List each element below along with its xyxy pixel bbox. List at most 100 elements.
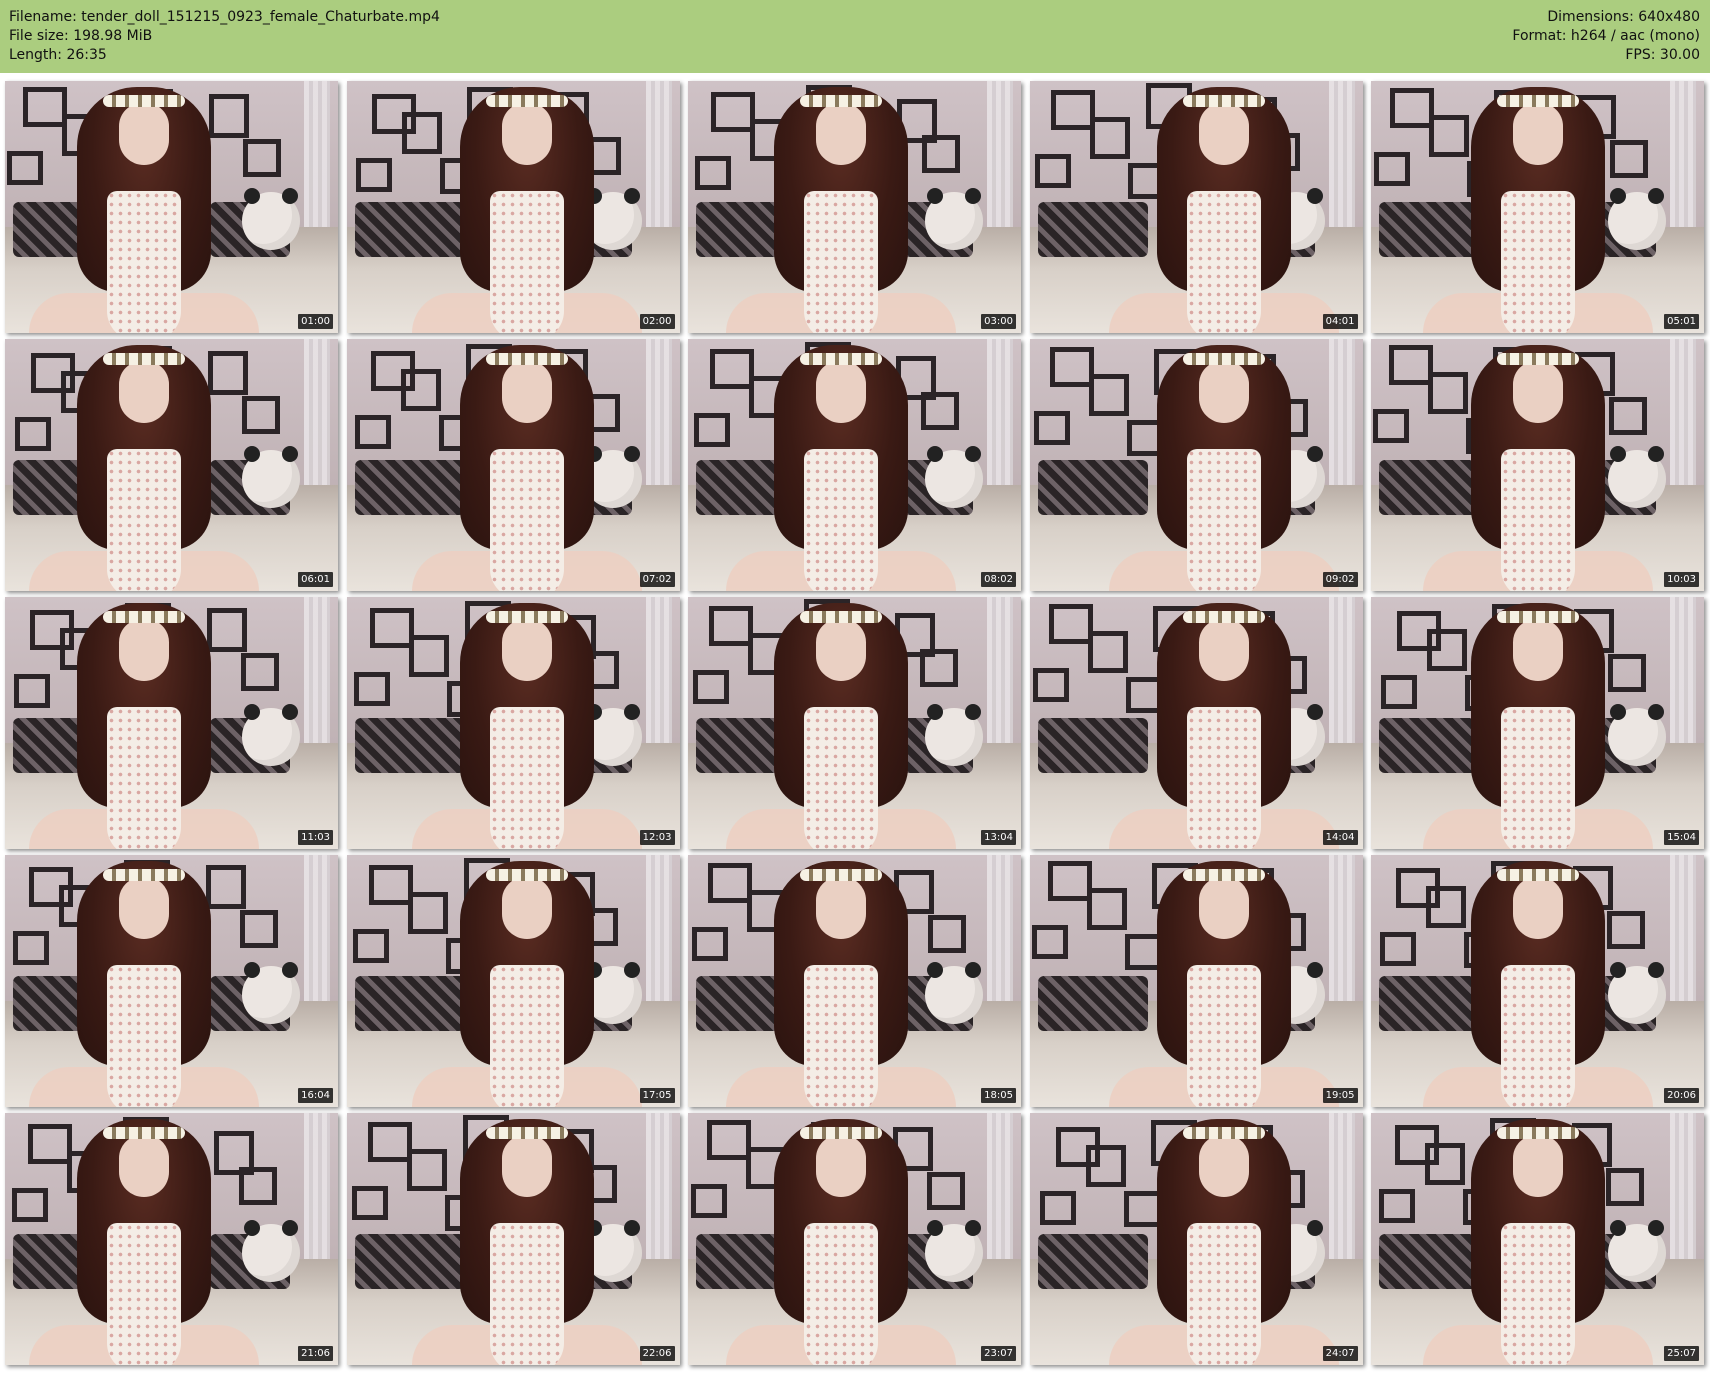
wall-pattern-square	[1089, 117, 1130, 159]
person-figure	[725, 339, 956, 591]
figure-crown	[1183, 611, 1265, 623]
pillow	[1037, 459, 1148, 516]
wall-pattern-square	[1047, 861, 1092, 901]
wall-pattern-square	[1426, 886, 1466, 928]
figure-crown	[102, 95, 185, 107]
figure-face	[1512, 1135, 1563, 1197]
figure-face	[502, 877, 552, 939]
file-size-text: File size: 198.98 MiB	[9, 28, 153, 44]
person-figure	[28, 1113, 259, 1365]
timestamp-label: 14:04	[1322, 830, 1358, 845]
video-thumbnail: 18:05	[688, 855, 1021, 1107]
wall-pattern-square	[1427, 629, 1467, 671]
video-thumbnail: 04:01	[1029, 81, 1363, 333]
timestamp-label: 01:00	[298, 314, 333, 329]
curtain	[987, 339, 1013, 491]
figure-dress	[490, 707, 564, 849]
wall-pattern-square	[240, 910, 278, 948]
pillow	[354, 975, 465, 1032]
wall-pattern-square	[1032, 668, 1069, 702]
figure-face	[1199, 877, 1249, 939]
figure-crown	[1496, 869, 1579, 881]
wall-pattern-square	[401, 112, 442, 154]
curtain	[645, 597, 672, 749]
pillow	[354, 717, 465, 774]
figure-face	[1512, 103, 1563, 165]
wall-pattern-square	[1373, 409, 1409, 443]
figure-dress	[1187, 191, 1261, 333]
figure-dress	[1500, 1223, 1575, 1365]
figure-face	[118, 877, 169, 939]
wall-pattern-square	[1087, 631, 1128, 673]
video-thumbnail: 24:07	[1029, 1113, 1363, 1365]
wall-pattern-square	[408, 635, 449, 677]
figure-face	[1512, 877, 1563, 939]
person-figure	[1422, 81, 1653, 333]
figure-crown	[799, 353, 882, 365]
figure-dress	[803, 449, 878, 591]
video-thumbnail: 06:01	[5, 339, 338, 591]
wall-pattern-square	[1374, 152, 1410, 186]
timestamp-label: 10:03	[1664, 572, 1699, 587]
curtain	[1670, 81, 1696, 233]
wall-pattern-square	[368, 865, 413, 905]
wall-pattern-square	[406, 1149, 447, 1191]
timestamp-label: 09:02	[1322, 572, 1358, 587]
panda-plush	[1608, 703, 1666, 766]
wall-pattern-square	[921, 392, 959, 430]
video-thumbnail: 22:06	[346, 1113, 680, 1365]
wall-pattern-square	[922, 135, 960, 173]
timestamp-label: 11:03	[298, 830, 333, 845]
figure-crown	[799, 869, 882, 881]
timestamp-label: 07:02	[639, 572, 675, 587]
wall-pattern-square	[14, 674, 50, 708]
wall-pattern-square	[1380, 932, 1416, 966]
person-figure	[1422, 1113, 1653, 1365]
curtain	[304, 1113, 330, 1265]
figure-face	[1512, 619, 1563, 681]
figure-dress	[803, 191, 878, 333]
video-thumbnail: 21:06	[5, 1113, 338, 1365]
wall-pattern-square	[1050, 90, 1095, 130]
wall-pattern-square	[1608, 654, 1646, 692]
wall-pattern-square	[1039, 1191, 1076, 1225]
wall-pattern-square	[1390, 88, 1434, 128]
video-thumbnail: 11:03	[5, 597, 338, 849]
wall-pattern-square	[927, 1172, 965, 1210]
pillow	[354, 201, 465, 258]
figure-face	[502, 361, 552, 423]
figure-face	[1199, 619, 1249, 681]
wall-pattern-square	[1085, 1145, 1126, 1187]
timestamp-label: 23:07	[981, 1346, 1016, 1361]
figure-crown	[486, 353, 568, 365]
person-figure	[28, 339, 259, 591]
wall-pattern-square	[1607, 911, 1645, 949]
wall-pattern-square	[355, 158, 392, 192]
person-figure	[412, 81, 642, 333]
figure-crown	[102, 353, 185, 365]
wall-pattern-square	[694, 413, 730, 447]
pillow	[354, 459, 465, 516]
wall-pattern-square	[1031, 925, 1068, 959]
wall-pattern-square	[1609, 397, 1647, 435]
person-figure	[1109, 855, 1339, 1107]
figure-dress	[1500, 191, 1575, 333]
info-header: Filename: tender_doll_151215_0923_female…	[0, 0, 1710, 73]
figure-crown	[486, 95, 568, 107]
person-figure	[1422, 339, 1653, 591]
curtain	[1670, 855, 1696, 1007]
wall-pattern-square	[1389, 345, 1433, 385]
curtain	[1328, 81, 1355, 233]
timestamp-label: 02:00	[639, 314, 675, 329]
figure-crown	[102, 611, 185, 623]
figure-face	[1199, 361, 1249, 423]
timestamp-label: 16:04	[298, 1088, 333, 1103]
timestamp-label: 06:01	[298, 572, 333, 587]
panda-plush	[1608, 445, 1666, 508]
video-thumbnail: 01:00	[5, 81, 338, 333]
video-thumbnail: 09:02	[1029, 339, 1363, 591]
figure-face	[502, 1135, 552, 1197]
panda-plush	[925, 961, 983, 1024]
wall-pattern-square	[708, 863, 752, 903]
pillow	[1037, 975, 1148, 1032]
